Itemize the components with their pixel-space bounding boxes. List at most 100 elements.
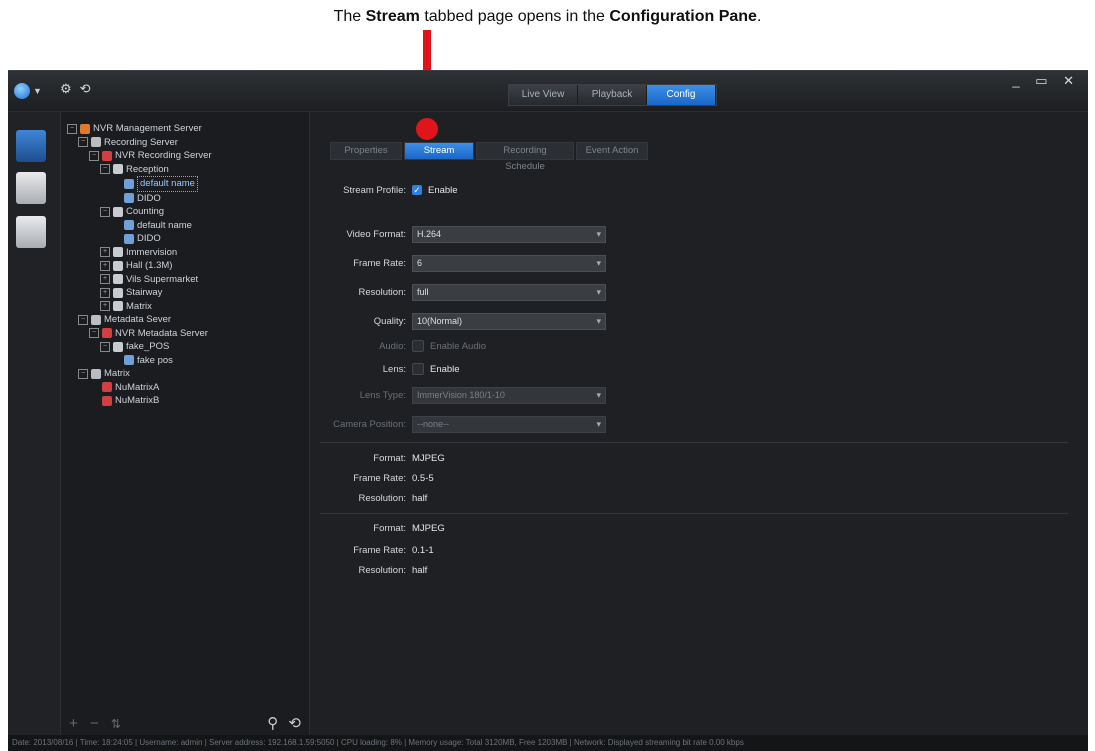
tree-node-label: NuMatrixA bbox=[115, 381, 160, 393]
tree-node-label: Matrix bbox=[126, 300, 152, 312]
collapse-icon[interactable]: − bbox=[89, 328, 99, 339]
tab-event-action[interactable]: Event Action bbox=[576, 142, 648, 160]
sort-icon[interactable]: ⇅ bbox=[111, 717, 121, 731]
collapse-icon[interactable]: − bbox=[78, 368, 88, 379]
collapse-icon[interactable]: − bbox=[89, 150, 99, 161]
device-icon bbox=[91, 137, 101, 148]
tab-config[interactable]: Config bbox=[647, 85, 716, 105]
expand-icon[interactable]: + bbox=[100, 287, 110, 298]
stream3-rate-value: 0.1-1 bbox=[412, 544, 434, 556]
server-icon[interactable] bbox=[16, 130, 46, 162]
window-controls[interactable]: _ ▭ ✕ bbox=[1012, 73, 1080, 89]
tree-node[interactable]: + Stairway bbox=[67, 286, 212, 300]
tree-node[interactable]: NuMatrixA bbox=[67, 381, 212, 395]
search-icon[interactable]: ⚲ bbox=[267, 715, 278, 732]
frame-rate-label: Frame Rate: bbox=[353, 257, 406, 269]
tab-live-view[interactable]: Live View bbox=[509, 85, 578, 105]
refresh-tool-icon[interactable]: ⟲ bbox=[80, 81, 91, 97]
device-icon bbox=[113, 341, 123, 352]
tree-node[interactable]: fake pos bbox=[67, 354, 212, 368]
tab-playback[interactable]: Playback bbox=[578, 85, 647, 105]
tree-node[interactable]: DIDO bbox=[67, 192, 212, 206]
tools-icon[interactable] bbox=[16, 172, 46, 204]
tree-node-label: Matrix bbox=[104, 368, 130, 379]
tree-node-label: DIDO bbox=[137, 192, 161, 204]
quality-select[interactable]: 10(Normal) bbox=[412, 312, 606, 330]
video-format-row: Video Format: H.264 bbox=[310, 224, 606, 244]
tab-properties[interactable]: Properties bbox=[330, 142, 402, 160]
help-icon[interactable] bbox=[16, 216, 46, 248]
tree-node[interactable]: + Hall (1.3M) bbox=[67, 259, 212, 273]
tab-stream[interactable]: Stream bbox=[404, 142, 474, 160]
device-icon bbox=[102, 382, 112, 393]
video-format-label: Video Format: bbox=[346, 228, 407, 240]
tree-node[interactable]: + Vils Supermarket bbox=[67, 273, 212, 287]
settings-tool-icon[interactable]: ⚙ bbox=[60, 81, 72, 97]
tree-node[interactable]: DIDO bbox=[67, 232, 212, 246]
frame-rate-select[interactable]: 6 bbox=[412, 254, 606, 272]
expand-icon[interactable]: + bbox=[100, 274, 110, 285]
collapse-icon[interactable]: − bbox=[67, 123, 77, 134]
tree-node[interactable]: + Matrix bbox=[67, 300, 212, 314]
camera-position-select[interactable]: --none-- bbox=[412, 415, 606, 433]
device-icon bbox=[80, 123, 90, 134]
lens-type-row: Lens Type: ImmerVision 180/1-10 bbox=[310, 385, 606, 405]
audio-checkbox[interactable] bbox=[412, 340, 424, 352]
tree-node-label: NuMatrixB bbox=[115, 395, 160, 406]
audio-row: Audio: Enable Audio bbox=[310, 336, 486, 356]
device-tree: − NVR Management Server − Recording Server −… bbox=[67, 122, 212, 408]
lens-enable-label: Enable bbox=[430, 363, 460, 375]
collapse-icon[interactable]: − bbox=[100, 206, 110, 217]
resolution-select[interactable]: full bbox=[412, 283, 606, 301]
tree-node[interactable]: + Immervision bbox=[67, 246, 212, 260]
tree-node[interactable]: − Recording Server bbox=[67, 136, 212, 150]
add-icon[interactable]: + bbox=[69, 715, 78, 732]
stream2-rate-label: Frame Rate: bbox=[353, 472, 406, 484]
tree-node-label: Immervision bbox=[126, 246, 178, 258]
main-tabs: Live View Playback Config bbox=[508, 84, 717, 106]
lens-type-label: Lens Type: bbox=[359, 389, 406, 401]
app-menu-button[interactable]: ▼ bbox=[14, 81, 48, 101]
video-format-select[interactable]: H.264 bbox=[412, 225, 606, 243]
expand-icon[interactable]: + bbox=[100, 301, 110, 312]
lens-checkbox[interactable] bbox=[412, 363, 424, 375]
device-icon bbox=[124, 233, 134, 244]
stream2-rate-value: 0.5-5 bbox=[412, 472, 434, 484]
divider bbox=[320, 513, 1068, 514]
tree-node[interactable]: − NVR Recording Server bbox=[67, 149, 212, 163]
tree-node[interactable]: − Reception bbox=[67, 163, 212, 177]
remove-icon[interactable]: − bbox=[90, 715, 99, 732]
tree-node-label: Hall (1.3M) bbox=[126, 260, 173, 271]
tree-node[interactable]: default name bbox=[67, 219, 212, 233]
collapse-icon[interactable]: − bbox=[78, 314, 88, 325]
tree-node[interactable]: default name bbox=[67, 176, 212, 192]
device-tree-pane: − NVR Management Server − Recording Server −… bbox=[61, 112, 310, 735]
tree-node[interactable]: − fake_POS bbox=[67, 340, 212, 354]
tree-node[interactable]: − Matrix bbox=[67, 367, 212, 381]
expand-icon[interactable]: + bbox=[100, 260, 110, 271]
expand-icon[interactable]: + bbox=[100, 247, 110, 258]
tree-node[interactable]: − NVR Metadata Server bbox=[67, 327, 212, 341]
collapse-icon[interactable]: − bbox=[100, 164, 110, 175]
tree-node[interactable]: − Metadata Sever bbox=[67, 313, 212, 327]
app-window: ▼ ⚙ ⟲ Live View Playback Config _ ▭ ✕ − N… bbox=[8, 70, 1088, 751]
configuration-pane: Properties Stream Recording Schedule Eve… bbox=[310, 112, 1088, 735]
device-icon bbox=[102, 395, 112, 406]
collapse-icon[interactable]: − bbox=[78, 137, 88, 148]
stream-profile-checkbox[interactable]: ✓ bbox=[412, 185, 422, 195]
tree-node[interactable]: − Counting bbox=[67, 205, 212, 219]
collapse-icon[interactable]: − bbox=[100, 341, 110, 352]
stream3-format-label: Format: bbox=[373, 522, 406, 534]
lens-label: Lens: bbox=[382, 363, 406, 375]
config-subtabs: Properties Stream Recording Schedule Eve… bbox=[330, 142, 648, 172]
lens-type-select[interactable]: ImmerVision 180/1-10 bbox=[412, 386, 606, 404]
device-icon bbox=[113, 206, 123, 217]
stream3-res-label: Resolution: bbox=[358, 564, 406, 576]
tab-recording-schedule[interactable]: Recording Schedule bbox=[476, 142, 574, 172]
audio-label: Audio: bbox=[379, 340, 406, 352]
refresh-icon[interactable]: ⟲ bbox=[288, 715, 301, 732]
tree-node-label: Vils Supermarket bbox=[126, 273, 199, 285]
tree-node[interactable]: NuMatrixB bbox=[67, 394, 212, 408]
stream-profile-label: Stream Profile: bbox=[343, 184, 406, 196]
tree-node[interactable]: − NVR Management Server bbox=[67, 122, 212, 136]
